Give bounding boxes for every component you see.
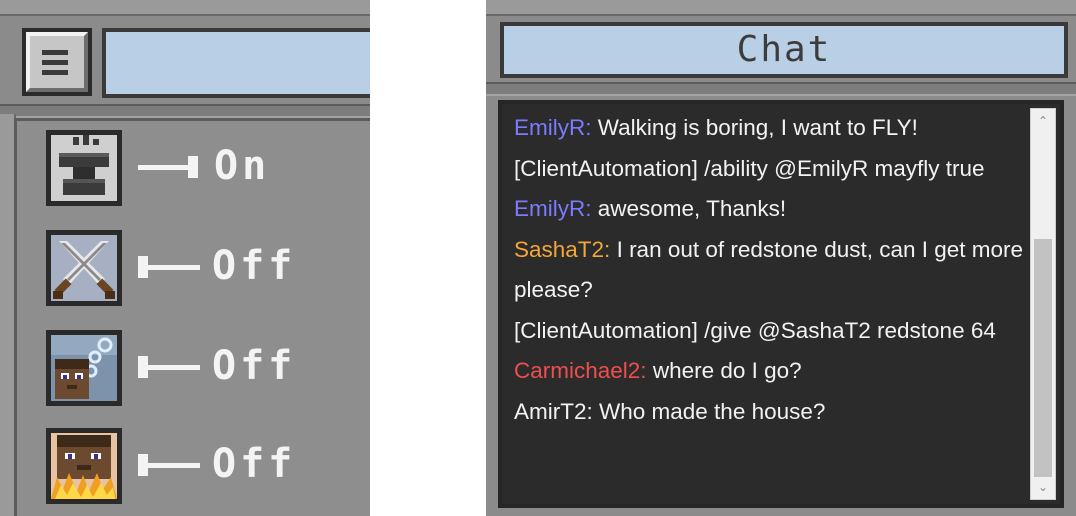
ability-toggle[interactable] [138,454,200,476]
chat-message: EmilyR: Walking is boring, I want to FLY… [514,108,1026,149]
crossed-swords-icon [51,235,117,301]
chat-username: EmilyR: [514,196,592,221]
chat-log[interactable]: EmilyR: Walking is boring, I want to FLY… [514,108,1026,504]
panel-top-border [0,0,370,16]
chat-username: SashaT2: [514,236,611,262]
chat-title: Chat [500,22,1068,78]
search-input[interactable] [102,28,370,98]
ability-icon-button[interactable] [46,428,122,504]
anvil-icon [51,135,117,201]
chat-text: [ClientAutomation] /give @SashaT2 redsto… [514,317,996,343]
chat-message: AmirT2: Who made the house? [514,392,1026,433]
ability-row-anvil: On [46,130,366,208]
chat-message: SashaT2: I ran out of redstone dust, can… [514,230,1026,311]
ability-toggle[interactable] [138,356,200,378]
ability-toggle[interactable] [138,156,200,178]
chat-text: where do I go? [646,358,802,383]
hamburger-menu-icon [42,50,68,76]
ability-row-fire: Off [46,428,366,506]
divider [0,104,370,118]
toggle-state-label: Off [212,343,297,389]
ability-toggle[interactable] [138,256,200,278]
ability-icon-button[interactable] [46,130,122,206]
chat-message: EmilyR: awesome, Thanks! [514,189,1026,230]
toggle-state-label: Off [212,243,297,289]
chat-scrollbar[interactable]: ⌃ ⌄ [1030,108,1056,500]
chat-username: EmilyR: [514,115,592,140]
ability-icon-button[interactable] [46,330,122,406]
ability-row-swords: Off [46,230,366,308]
chat-message: [ClientAutomation] /give @SashaT2 redsto… [514,311,1026,352]
divider [486,82,1076,96]
abilities-panel: On Off Off Off [0,0,370,516]
ability-row-breathing: Off [46,330,366,408]
menu-button[interactable] [22,28,92,96]
toggle-state-label: Off [212,441,297,487]
chevron-up-icon[interactable]: ⌃ [1031,109,1055,133]
chat-text: [ClientAutomation] /ability @EmilyR mayf… [514,155,985,181]
chat-panel: Chat EmilyR: Walking is boring, I want t… [486,0,1076,516]
chat-text: awesome, Thanks! [591,196,787,221]
ability-icon-button[interactable] [46,230,122,306]
toggle-state-label: On [214,143,271,189]
chat-message: Carmichael2: where do I go? [514,351,1026,392]
chat-message: [ClientAutomation] /ability @EmilyR mayf… [514,149,1026,190]
chat-text: AmirT2: Who made the house? [514,398,826,424]
chevron-down-icon[interactable]: ⌄ [1031,475,1055,499]
chat-text: Walking is boring, I want to FLY! [591,115,918,140]
bubbles-player-icon [51,335,117,401]
chat-username: Carmichael2: [514,358,647,383]
burning-player-icon [51,433,117,499]
scrollbar-thumb[interactable] [1034,239,1052,477]
panel-top-border [486,0,1076,16]
chat-log-frame: EmilyR: Walking is boring, I want to FLY… [498,100,1064,508]
